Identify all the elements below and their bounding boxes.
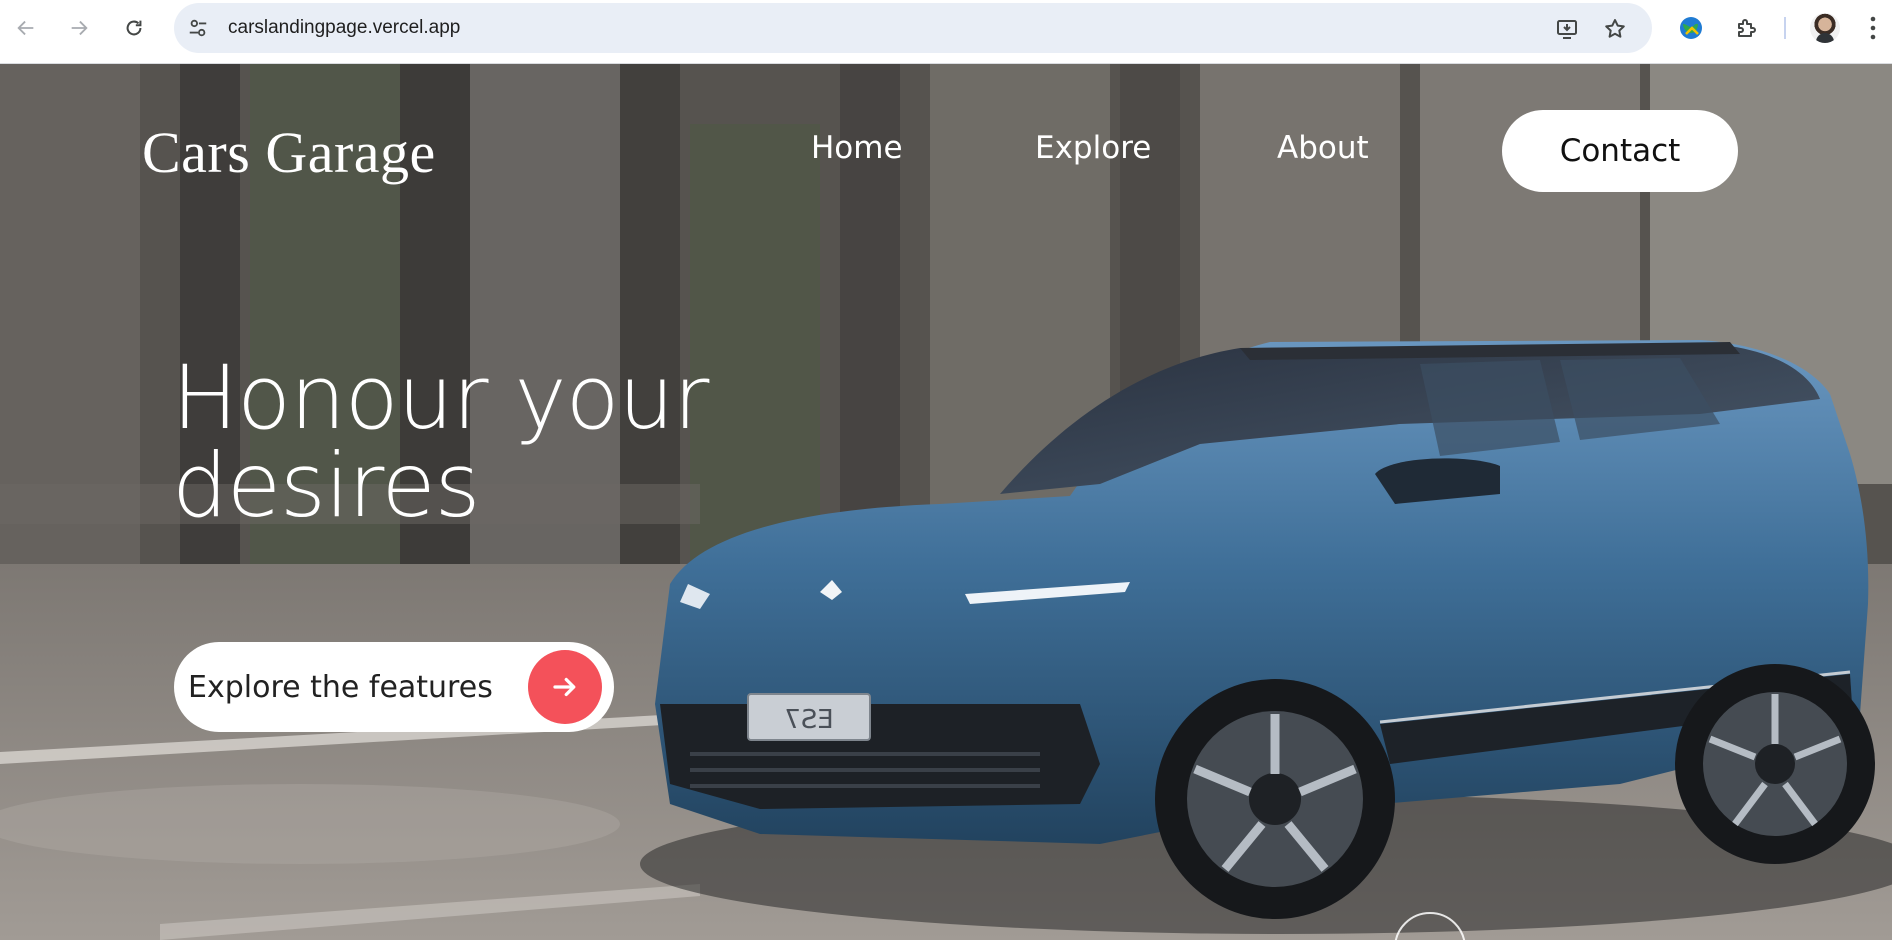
arrow-right-icon	[71, 20, 88, 36]
back-button[interactable]	[10, 12, 42, 44]
tune-icon[interactable]	[186, 16, 210, 40]
site-logo[interactable]: Cars Garage	[142, 119, 436, 186]
explore-features-button[interactable]: Explore the features	[174, 642, 614, 732]
hero-section: ES7 Cars Garage Home Explore About Conta…	[0, 64, 1892, 940]
address-bar[interactable]: carslandingpage.vercel.app	[174, 3, 1652, 53]
arrow-left-icon	[17, 20, 34, 36]
toolbar-divider	[1784, 17, 1786, 39]
puzzle-icon[interactable]	[1733, 14, 1761, 42]
hero-headline: Honour your desires	[172, 354, 812, 530]
url-text[interactable]: carslandingpage.vercel.app	[228, 17, 460, 39]
avatar[interactable]	[1810, 13, 1840, 43]
globe-extension-icon[interactable]	[1677, 14, 1705, 42]
arrow-right-icon[interactable]	[528, 650, 602, 724]
star-icon[interactable]	[1602, 16, 1628, 42]
nav-explore[interactable]: Explore	[1035, 130, 1151, 166]
svg-text:ES7: ES7	[784, 705, 833, 735]
reload-icon	[126, 20, 142, 36]
headline-line-2: desires	[172, 434, 481, 537]
kebab-menu-icon[interactable]	[1868, 14, 1878, 42]
browser-toolbar: carslandingpage.vercel.app	[0, 0, 1892, 64]
forward-button[interactable]	[63, 12, 95, 44]
contact-button[interactable]: Contact	[1502, 110, 1738, 192]
explore-features-label: Explore the features	[188, 670, 493, 705]
reload-button[interactable]	[118, 12, 150, 44]
nav-about[interactable]: About	[1277, 130, 1369, 166]
install-app-icon[interactable]	[1554, 16, 1580, 42]
headline-line-1: Honour your	[172, 346, 709, 449]
nav-home[interactable]: Home	[811, 130, 903, 166]
